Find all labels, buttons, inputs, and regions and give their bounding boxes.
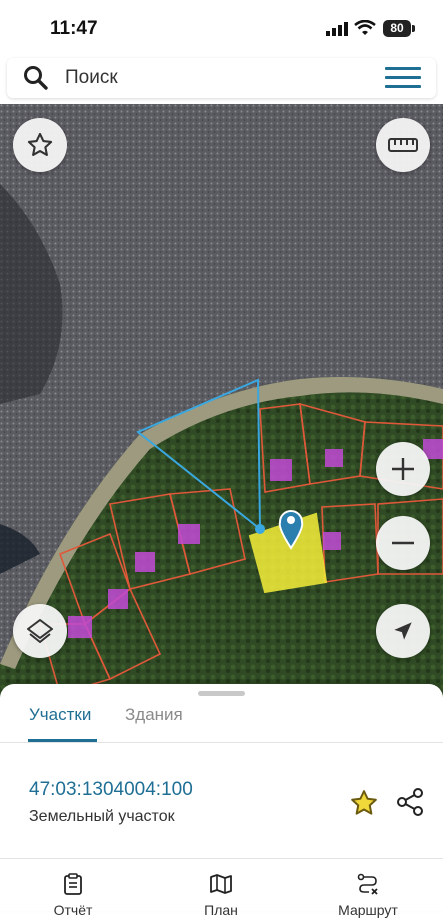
tab-parcels[interactable]: Участки xyxy=(29,705,91,725)
status-bar: 11:47 80 xyxy=(0,0,443,58)
zoom-in-icon xyxy=(392,458,414,480)
nav-route[interactable]: Маршрут xyxy=(313,859,423,918)
cadastral-number-link[interactable]: 47:03:1304004:100 xyxy=(29,779,193,801)
layers-button[interactable] xyxy=(13,604,67,658)
nav-report[interactable]: Отчёт xyxy=(18,859,128,918)
share-icon[interactable] xyxy=(395,787,425,817)
cellular-signal-icon xyxy=(326,22,348,36)
parcel-type-label: Земельный участок xyxy=(29,808,175,825)
ruler-button[interactable] xyxy=(376,118,430,172)
battery-indicator: 80 xyxy=(383,20,411,37)
layers-icon xyxy=(27,619,53,643)
sheet-drag-handle[interactable] xyxy=(198,691,245,696)
satellite-map[interactable] xyxy=(0,104,443,704)
map-icon xyxy=(210,874,232,894)
star-icon xyxy=(27,132,53,156)
search-input[interactable]: Поиск xyxy=(65,67,118,89)
nav-plan[interactable]: План xyxy=(166,859,276,918)
favorites-button[interactable] xyxy=(13,118,67,172)
bottom-navigation: Отчёт План Маршрут xyxy=(0,858,443,918)
nav-report-label: Отчёт xyxy=(53,902,93,918)
route-icon xyxy=(357,873,378,895)
zoom-out-icon xyxy=(392,541,414,545)
report-icon xyxy=(64,873,82,895)
my-location-button[interactable] xyxy=(376,604,430,658)
measure-point xyxy=(255,524,265,534)
ruler-icon xyxy=(388,138,418,152)
zoom-in-button[interactable] xyxy=(376,442,430,496)
favorite-star-icon[interactable] xyxy=(349,788,379,818)
wifi-icon xyxy=(354,20,376,35)
nav-route-label: Маршрут xyxy=(338,902,398,918)
status-time: 11:47 xyxy=(50,18,98,39)
hamburger-menu-button[interactable] xyxy=(385,67,421,91)
tabs-divider xyxy=(0,742,443,743)
location-arrow-icon xyxy=(394,622,412,640)
search-bar[interactable]: Поиск xyxy=(7,58,436,98)
nav-plan-label: План xyxy=(204,902,238,918)
zoom-out-button[interactable] xyxy=(376,516,430,570)
battery-cap xyxy=(412,25,415,32)
search-icon xyxy=(24,66,48,90)
tab-buildings[interactable]: Здания xyxy=(125,705,183,725)
map-canvas[interactable] xyxy=(0,104,443,704)
